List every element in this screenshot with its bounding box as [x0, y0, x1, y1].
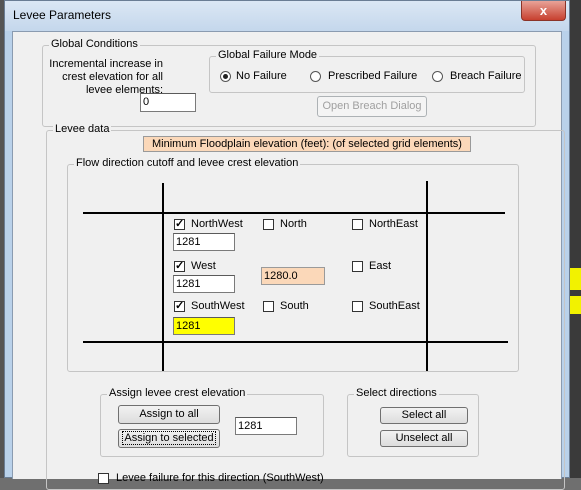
west-checkbox[interactable]: ✓	[174, 261, 185, 272]
breach-failure-label[interactable]: Breach Failure	[450, 70, 522, 82]
failure-mode-group: Global Failure Mode No Failure Prescribe…	[209, 49, 525, 93]
levee-failure-direction-checkbox[interactable]	[98, 473, 109, 484]
grid-line-right	[426, 181, 428, 371]
assign-elevation-input[interactable]: 1281	[235, 417, 297, 435]
west-label: West	[191, 260, 216, 272]
no-failure-radio[interactable]	[220, 71, 231, 82]
southwest-label: SouthWest	[191, 300, 245, 312]
levee-data-group: Levee data Minimum Floodplain elevation …	[46, 123, 565, 490]
title-bar[interactable]: Levee Parameters x	[5, 1, 569, 31]
northeast-checkbox[interactable]	[352, 219, 363, 230]
northwest-label: NorthWest	[191, 218, 243, 230]
assign-to-selected-label: Assign to selected	[122, 431, 216, 445]
increment-label: Incremental increase in crest elevation …	[49, 58, 163, 96]
close-button[interactable]: x	[521, 1, 566, 21]
assign-to-selected-button[interactable]: Assign to selected	[118, 429, 220, 448]
west-elevation-input[interactable]: 1281	[173, 275, 235, 293]
global-conditions-group: Global Conditions Incremental increase i…	[42, 38, 536, 127]
southwest-checkbox[interactable]: ✓	[174, 301, 185, 312]
center-elevation-field: 1280.0	[261, 267, 325, 285]
select-directions-legend: Select directions	[354, 387, 439, 399]
assign-to-all-button[interactable]: Assign to all	[118, 405, 220, 424]
east-label: East	[369, 260, 392, 272]
assign-elevation-legend: Assign levee crest elevation	[107, 387, 248, 399]
grid-line-left	[162, 183, 164, 371]
grid-line-top	[83, 212, 505, 214]
breach-failure-radio[interactable]	[432, 71, 443, 82]
east-checkbox[interactable]	[352, 261, 363, 272]
open-breach-dialog-button[interactable]: Open Breach Dialog	[317, 96, 427, 117]
levee-failure-direction-label: Levee failure for this direction (SouthW…	[116, 472, 324, 484]
flow-direction-legend: Flow direction cutoff and levee crest el…	[74, 157, 301, 169]
south-checkbox[interactable]	[263, 301, 274, 312]
south-label: South	[280, 300, 309, 312]
global-conditions-legend: Global Conditions	[49, 38, 140, 50]
dialog-client: Global Conditions Incremental increase i…	[12, 31, 565, 490]
prescribed-failure-radio[interactable]	[310, 71, 321, 82]
southeast-label: SouthEast	[369, 300, 420, 312]
southeast-checkbox[interactable]	[352, 301, 363, 312]
close-icon: x	[539, 3, 548, 18]
southwest-elevation-input[interactable]: 1281	[173, 317, 235, 335]
select-directions-group: Select directions Select all Unselect al…	[347, 387, 479, 457]
assign-elevation-group: Assign levee crest elevation Assign to a…	[100, 387, 324, 457]
unselect-all-button[interactable]: Unselect all	[380, 430, 468, 447]
north-checkbox[interactable]	[263, 219, 274, 230]
levee-data-legend: Levee data	[53, 123, 112, 135]
northeast-label: NorthEast	[369, 218, 418, 230]
select-all-button[interactable]: Select all	[380, 407, 468, 424]
levee-parameters-window: Levee Parameters x Global Conditions Inc…	[4, 0, 570, 490]
window-title: Levee Parameters	[13, 8, 112, 22]
prescribed-failure-label[interactable]: Prescribed Failure	[328, 70, 417, 82]
failure-mode-legend: Global Failure Mode	[216, 49, 320, 61]
northwest-elevation-input[interactable]: 1281	[173, 233, 235, 251]
increment-input[interactable]: 0	[140, 93, 196, 112]
min-floodplain-elevation-field: Minimum Floodplain elevation (feet): (of…	[143, 136, 471, 152]
flow-direction-group: Flow direction cutoff and levee crest el…	[67, 157, 519, 372]
no-failure-label[interactable]: No Failure	[236, 70, 287, 82]
northwest-checkbox[interactable]: ✓	[174, 219, 185, 230]
grid-line-bottom	[83, 341, 508, 343]
north-label: North	[280, 218, 307, 230]
